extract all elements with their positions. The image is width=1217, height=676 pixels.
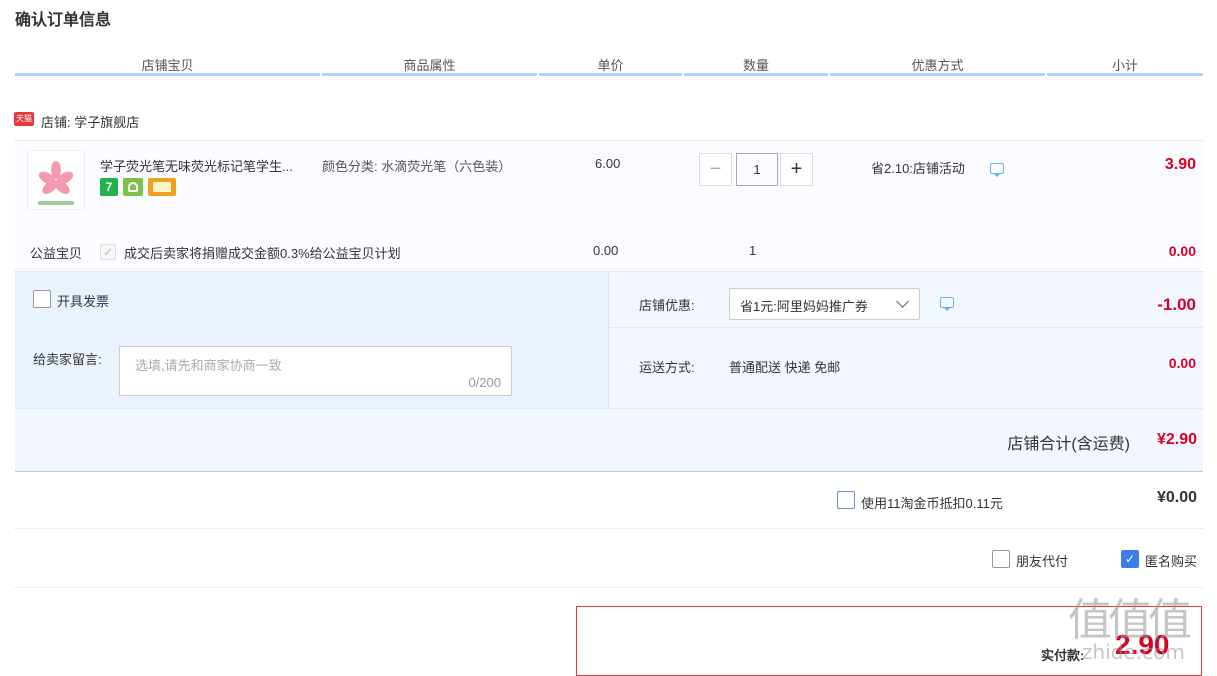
friend-pay-label: 朋友代付 <box>1016 554 1069 569</box>
message-label: 给卖家留言: <box>33 352 102 367</box>
header-bar <box>1047 73 1203 76</box>
divider <box>15 471 1203 472</box>
tmall-icon: 天猫 <box>14 112 34 126</box>
shop-discount-value: 省1元:阿里妈妈推广券 <box>740 299 868 314</box>
divider <box>608 272 609 408</box>
seller-message-input[interactable]: 选填,请先和商家协商一致 0/200 <box>119 346 512 396</box>
shipping-value: 普通配送 快递 免邮 <box>729 360 841 375</box>
charity-quantity: 1 <box>749 243 757 258</box>
quantity-input[interactable]: 1 <box>736 153 778 186</box>
guarantee-icon[interactable] <box>123 178 143 196</box>
product-attribute: 颜色分类: 水滴荧光笔（六色装） <box>322 159 512 174</box>
anonymous-label: 匿名购买 <box>1145 554 1198 569</box>
header-bar <box>15 73 320 76</box>
watermark-text: zhide.com <box>1082 640 1185 664</box>
col-header-item: 店铺宝贝 <box>141 58 194 73</box>
charity-subtotal: 0.00 <box>1168 243 1196 259</box>
shipping-amount: 0.00 <box>1168 355 1196 371</box>
item-subtotal: 3.90 <box>1164 156 1196 173</box>
col-header-subtotal: 小计 <box>1111 58 1138 73</box>
coins-label: 使用11淘金币抵扣0.11元 <box>861 496 1003 511</box>
divider <box>15 408 1203 409</box>
shop-name-link[interactable]: 店铺: 学子旗舰店 <box>41 112 139 131</box>
charity-text: 成交后卖家将捐赠成交金额0.3%给公益宝贝计划 <box>124 246 401 261</box>
col-header-quantity: 数量 <box>742 58 769 73</box>
header-bar <box>684 73 828 76</box>
message-icon[interactable] <box>990 163 1004 177</box>
anonymous-checkbox[interactable]: ✓ <box>1121 550 1139 568</box>
page-title: 确认订单信息 <box>15 12 112 29</box>
watermark-logo: 值值值 <box>1068 595 1192 646</box>
chevron-down-icon <box>896 295 909 308</box>
shop-discount-select[interactable]: 省1元:阿里妈妈推广券 <box>729 288 920 320</box>
quantity-decrease-button[interactable]: − <box>699 153 732 186</box>
shop-discount-amount: -1.00 <box>1157 295 1196 314</box>
quantity-increase-button[interactable]: + <box>780 153 813 186</box>
charity-label: 公益宝贝 <box>30 246 83 261</box>
friend-pay-checkbox[interactable] <box>992 550 1010 568</box>
charity-price: 0.00 <box>593 243 619 258</box>
divider <box>15 528 1203 529</box>
col-header-price: 单价 <box>597 58 624 73</box>
invoice-checkbox[interactable] <box>33 290 51 308</box>
col-header-attribute: 商品属性 <box>403 58 456 73</box>
credit-card-icon[interactable] <box>148 178 176 196</box>
header-bar <box>539 73 682 76</box>
divider <box>15 587 1203 588</box>
invoice-label: 开具发票 <box>57 294 110 309</box>
divider <box>609 327 1203 328</box>
coins-checkbox[interactable] <box>837 491 855 509</box>
shop-total-amount: ¥2.90 <box>1156 431 1197 448</box>
header-bar <box>830 73 1045 76</box>
message-icon[interactable] <box>940 297 954 311</box>
shipping-label: 运送方式: <box>639 360 695 375</box>
charity-checkbox: ✓ <box>100 244 116 260</box>
seven-day-return-icon[interactable]: 7 <box>100 178 118 196</box>
coins-amount: ¥0.00 <box>1156 489 1197 506</box>
unit-price: 6.00 <box>595 156 621 171</box>
message-counter: 0/200 <box>468 375 501 390</box>
message-placeholder: 选填,请先和商家协商一致 <box>135 358 282 373</box>
product-name-link[interactable]: 学子荧光笔无味荧光标记笔学生... <box>100 156 315 175</box>
product-thumbnail[interactable] <box>27 150 85 210</box>
shop-total-label: 店铺合计(含运费) <box>1007 436 1130 453</box>
item-promo: 省2.10:店铺活动 <box>871 161 965 176</box>
col-header-discount: 优惠方式 <box>911 58 964 73</box>
shop-discount-label: 店铺优惠: <box>639 298 695 313</box>
header-bar <box>322 73 537 76</box>
